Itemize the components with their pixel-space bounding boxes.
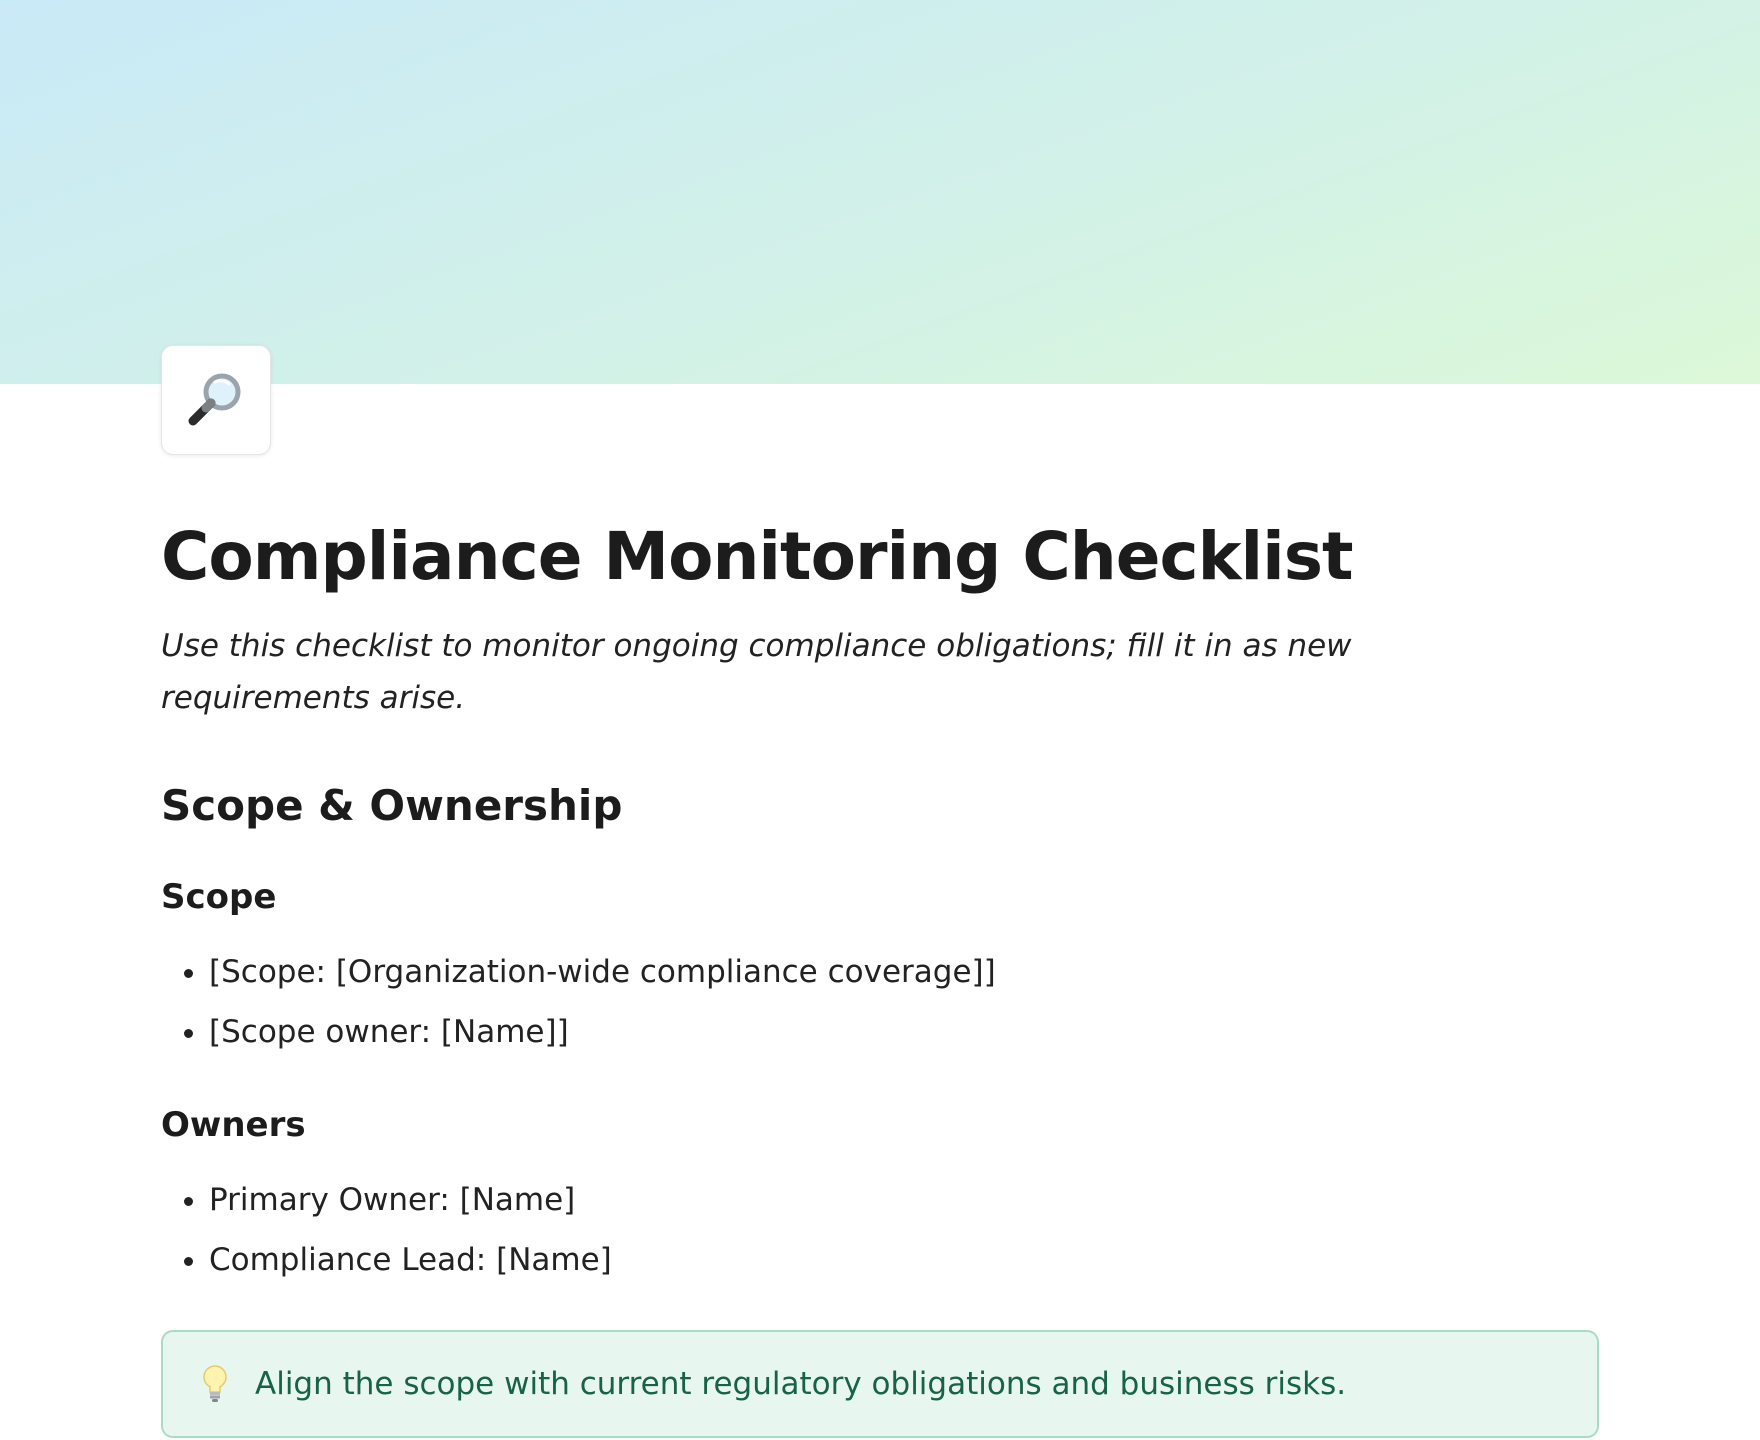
list-item: [Scope: [Organization-wide compliance co… <box>209 942 1601 1002</box>
page-subtitle: Use this checklist to monitor ongoing co… <box>161 628 1352 716</box>
scope-list: [Scope: [Organization-wide compliance co… <box>161 942 1601 1062</box>
callout-text: Align the scope with current regulatory … <box>255 1366 1347 1402</box>
list-item: Compliance Lead: [Name] <box>209 1230 1601 1290</box>
callout-box: Align the scope with current regulatory … <box>161 1330 1599 1438</box>
page-icon[interactable] <box>161 345 271 455</box>
section-heading-scope-ownership: Scope & Ownership <box>161 781 623 830</box>
subsection-heading-scope: Scope <box>161 877 277 917</box>
lightbulb-icon <box>203 1365 227 1402</box>
list-item: Primary Owner: [Name] <box>209 1170 1601 1230</box>
owners-list: Primary Owner: [Name] Compliance Lead: [… <box>161 1170 1601 1290</box>
magnifying-glass-icon <box>188 373 241 426</box>
page-cover <box>0 0 1760 384</box>
page-title: Compliance Monitoring Checklist <box>161 518 1354 595</box>
list-item: [Scope owner: [Name]] <box>209 1002 1601 1062</box>
page-content: Compliance Monitoring Checklist Use this… <box>161 512 1601 1438</box>
subsection-heading-owners: Owners <box>161 1105 306 1145</box>
